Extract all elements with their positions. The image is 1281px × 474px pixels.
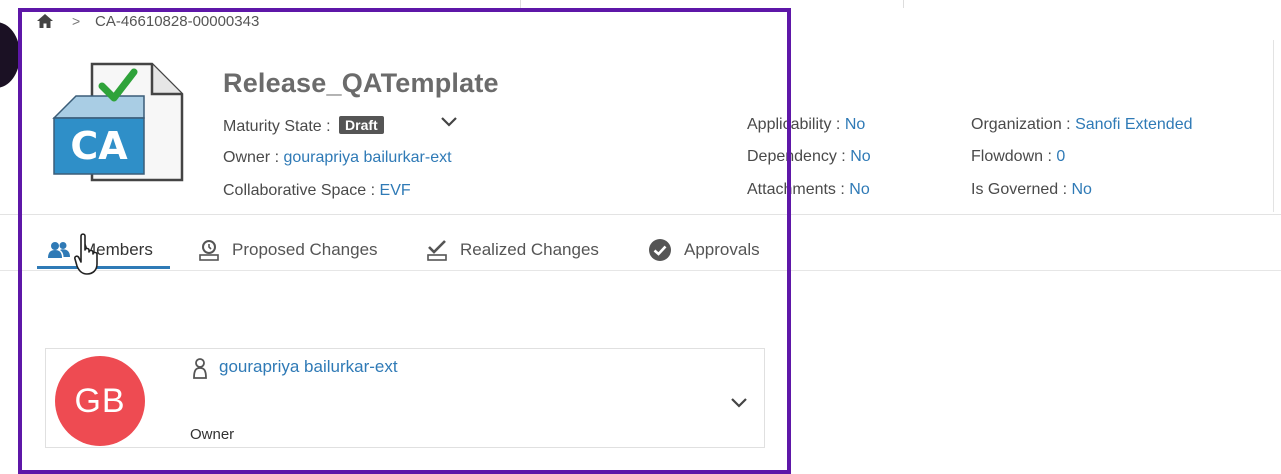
collaborative-space-value[interactable]: EVF — [380, 182, 411, 199]
avatar: GB — [55, 356, 145, 446]
owner-label: Owner : — [223, 149, 280, 166]
organization-label: Organization : — [971, 116, 1071, 133]
change-action-icon: CA — [52, 62, 184, 182]
flowdown-field: Flowdown : 0 — [971, 148, 1065, 166]
tabs-divider — [0, 270, 1281, 271]
tab-members[interactable]: Members — [48, 238, 153, 262]
tab-realized-changes[interactable]: Realized Changes — [426, 238, 599, 262]
member-role: Owner — [190, 426, 235, 443]
top-separator — [903, 0, 904, 8]
breadcrumb-current[interactable]: CA-46610828-00000343 — [95, 13, 259, 30]
collaborative-space-label: Collaborative Space : — [223, 182, 376, 199]
dependency-label: Dependency : — [747, 148, 846, 165]
governed-field: Is Governed : No — [971, 181, 1092, 199]
dependency-value[interactable]: No — [850, 148, 870, 165]
maturity-state: Maturity State : Draft — [223, 116, 384, 136]
owner-field: Owner : gourapriya bailurkar-ext — [223, 149, 452, 167]
flowdown-value[interactable]: 0 — [1056, 148, 1065, 165]
user-icon — [193, 358, 207, 379]
owner-link[interactable]: gourapriya bailurkar-ext — [283, 149, 451, 166]
applicability-label: Applicability : — [747, 116, 841, 133]
tab-proposed-changes[interactable]: Proposed Changes — [198, 238, 378, 262]
member-card[interactable] — [45, 348, 765, 448]
chevron-down-icon[interactable] — [440, 115, 458, 127]
change-action-icon-label: CA — [70, 124, 128, 168]
maturity-state-label: Maturity State : — [223, 118, 331, 135]
dependency-field: Dependency : No — [747, 148, 871, 166]
header-divider — [0, 214, 1281, 215]
tab-approvals-label: Approvals — [684, 240, 760, 259]
header-right-divider — [1273, 40, 1274, 212]
governed-value[interactable]: No — [1072, 181, 1092, 198]
breadcrumb-separator: > — [72, 13, 81, 29]
tab-proposed-changes-label: Proposed Changes — [232, 240, 378, 259]
breadcrumb: > CA-46610828-00000343 — [0, 0, 700, 36]
member-name-link[interactable]: gourapriya bailurkar-ext — [219, 357, 398, 377]
tab-realized-changes-label: Realized Changes — [460, 240, 599, 259]
attachments-label: Attachments : — [747, 181, 845, 198]
organization-field: Organization : Sanofi Extended — [971, 116, 1192, 134]
governed-label: Is Governed : — [971, 181, 1068, 198]
tab-approvals[interactable]: Approvals — [648, 238, 760, 262]
attachments-field: Attachments : No — [747, 181, 870, 199]
flowdown-label: Flowdown : — [971, 148, 1052, 165]
active-tab-indicator — [37, 266, 170, 269]
page-title: Release_QATemplate — [223, 68, 499, 98]
chevron-down-icon[interactable] — [730, 396, 748, 408]
organization-value[interactable]: Sanofi Extended — [1075, 116, 1192, 133]
realized-changes-icon — [427, 240, 447, 261]
applicability-field: Applicability : No — [747, 116, 865, 134]
applicability-value[interactable]: No — [845, 116, 865, 133]
attachments-value[interactable]: No — [849, 181, 869, 198]
collaborative-space-field: Collaborative Space : EVF — [223, 182, 411, 200]
members-icon — [48, 242, 70, 258]
hand-cursor-icon — [74, 233, 98, 275]
home-icon[interactable] — [36, 13, 54, 29]
approvals-icon — [649, 239, 671, 261]
maturity-state-badge: Draft — [339, 116, 384, 134]
proposed-changes-icon — [199, 240, 219, 261]
